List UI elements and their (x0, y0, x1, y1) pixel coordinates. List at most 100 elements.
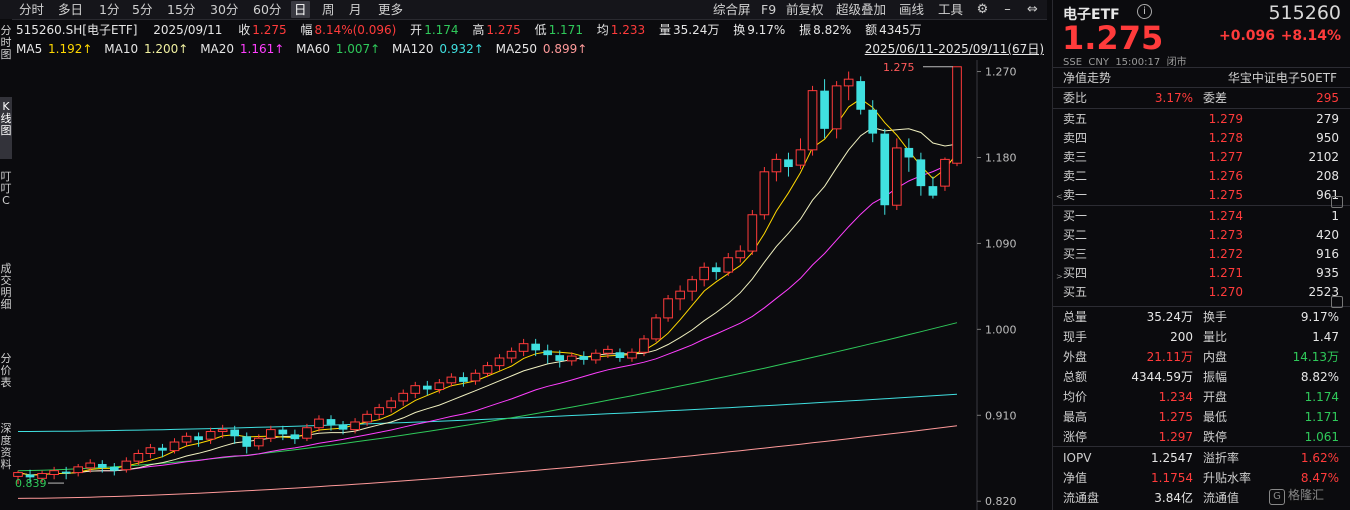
ma10-label: MA10 (104, 42, 139, 56)
stat-row-stats-2: 外盘 21.11万 内盘 14.13万 (1063, 348, 1339, 367)
collapse-right-icon[interactable]: > (1056, 272, 1063, 281)
bid-volume: 935 (1316, 266, 1339, 280)
candle-body-up (181, 435, 192, 443)
high-label: 高 (472, 23, 485, 37)
tools-button[interactable]: 工具 (935, 1, 966, 18)
bid-label: 买二 (1063, 228, 1088, 242)
draw-line-button[interactable]: 画线 (896, 1, 927, 18)
candle-body-up (891, 147, 902, 206)
bid-row-2[interactable]: 买三 1.272 916 (1063, 245, 1339, 264)
stat-label: 最低 (1203, 410, 1228, 424)
composite-screen-button[interactable]: 综合屏 (710, 1, 754, 18)
minimize-icon[interactable]: – (999, 1, 1016, 18)
chart-mini-icon-2[interactable] (1331, 296, 1343, 308)
bid-price: 1.273 (1208, 228, 1243, 242)
period-multiday[interactable]: 多日 (55, 1, 86, 18)
bid-label: 买五 (1063, 285, 1088, 299)
left-sidebar: 分时图 K线图 叮叮C 成交明细 分价表 深度资料 (0, 19, 12, 510)
stat-label: 换手 (1203, 310, 1228, 324)
candle-body-down (97, 463, 107, 468)
fund-code: 515260 (1268, 2, 1341, 24)
candle-body-down (711, 267, 721, 273)
candle-body-up (687, 279, 697, 292)
period-60min[interactable]: 60分 (250, 1, 284, 18)
bid-price: 1.271 (1208, 266, 1243, 280)
sidebar-tab-depth-info[interactable]: 深度资料 (0, 419, 12, 503)
info-icon[interactable]: i (1137, 4, 1152, 19)
stat-label: 均价 (1063, 390, 1088, 404)
collapse-left-icon[interactable]: < (1056, 192, 1063, 201)
stat-value: 1.297 (1158, 430, 1193, 444)
period-5min[interactable]: 5分 (129, 1, 155, 18)
candle-body-up (314, 418, 324, 429)
candle-body-up (518, 343, 529, 352)
sidebar-tab-intraday[interactable]: 分时图 (0, 21, 12, 85)
candle-body-down (880, 133, 890, 206)
period-1min[interactable]: 1分 (96, 1, 122, 18)
period-more[interactable]: 更多 (375, 1, 406, 18)
ask-row-2[interactable]: 卖三 1.277 2102 (1063, 148, 1339, 167)
gear-icon[interactable]: ⚙ (974, 1, 991, 18)
stat-row-stats-3: 总额 4344.59万 振幅 8.82% (1063, 368, 1339, 387)
open-value: 1.174 (424, 23, 459, 37)
turnover-value: 9.17% (747, 23, 786, 37)
bid-row-0[interactable]: 买一 1.274 1 (1063, 207, 1339, 226)
stat-value: 1.62% (1300, 451, 1339, 465)
high-value: 1.275 (486, 23, 521, 37)
bid-row-3[interactable]: 买四 1.271 935 (1063, 264, 1339, 283)
period-15min[interactable]: 15分 (164, 1, 198, 18)
nav-trend-link[interactable]: 净值走势 (1063, 69, 1111, 86)
candle-body-up (145, 447, 156, 454)
candle-body-down (531, 343, 540, 351)
kline-chart[interactable]: 1.270 1.180 1.090 1.000 0.910 0.820 1.275 0.839 (12, 60, 1047, 510)
candle-body-down (242, 436, 252, 447)
period-30min[interactable]: 30分 (207, 1, 241, 18)
ask-row-0[interactable]: 卖五 1.279 279 (1063, 110, 1339, 129)
sidebar-tab-kline[interactable]: K线图 (0, 97, 12, 159)
ask-row-1[interactable]: 卖四 1.278 950 (1063, 129, 1339, 148)
range-label: 幅 (300, 23, 313, 37)
candle-body-up (663, 298, 673, 319)
bid-price: 1.272 (1208, 247, 1243, 261)
candle-body-up (121, 460, 132, 471)
weibi-row: 委比 3.17% 委差 295 (1063, 89, 1339, 108)
amp-label: 振 (799, 23, 812, 37)
bid-price: 1.274 (1208, 209, 1243, 223)
period-weekly[interactable]: 周 (319, 1, 338, 18)
candle-body-up (723, 257, 734, 273)
forward-adjust-button[interactable]: 前复权 (783, 1, 827, 18)
ask-label: 卖二 (1063, 169, 1088, 183)
expand-icon[interactable]: ⇔ (1024, 1, 1041, 18)
candle-body-up (374, 407, 384, 415)
ask-row-4[interactable]: 卖一 1.275 961 (1063, 186, 1339, 205)
super-overlay-button[interactable]: 超级叠加 (833, 1, 889, 18)
turnover-label: 换 (733, 23, 746, 37)
candle-body-down (109, 466, 119, 471)
candle-body-up (747, 214, 758, 252)
bid-label: 买三 (1063, 247, 1088, 261)
bid-row-4[interactable]: 买五 1.270 2523 (1063, 283, 1339, 302)
low-label: 低 (534, 23, 547, 37)
stat-value: 1.1754 (1151, 471, 1193, 485)
stat-label: 溢折率 (1203, 451, 1240, 465)
candle-body-up (410, 385, 421, 394)
f9-button[interactable]: F9 (758, 1, 779, 18)
candle-body-up (675, 290, 685, 300)
watermark-text: 格隆汇 (1288, 488, 1325, 502)
bid-row-1[interactable]: 买二 1.273 420 (1063, 226, 1339, 245)
ask-volume: 279 (1316, 112, 1339, 126)
period-daily[interactable]: 日 (291, 1, 310, 18)
sidebar-tab-trades[interactable]: 成交明细 (0, 259, 12, 335)
ask-label: 卖三 (1063, 150, 1088, 164)
candle-body-up (169, 441, 180, 452)
sidebar-tab-price-table[interactable]: 分价表 (0, 349, 12, 409)
sidebar-tab-dingding[interactable]: 叮叮C (0, 167, 12, 231)
stat-value: 1.234 (1158, 390, 1193, 404)
ask-row-3[interactable]: 卖二 1.276 208 (1063, 167, 1339, 186)
candle-body-up (603, 348, 613, 354)
period-monthly[interactable]: 月 (346, 1, 365, 18)
stat-label: 量比 (1203, 330, 1228, 344)
chart-mini-icon-1[interactable] (1331, 196, 1343, 208)
period-intraday[interactable]: 分时 (16, 1, 47, 18)
stat-row-stats-0: 总量 35.24万 换手 9.17% (1063, 308, 1339, 327)
